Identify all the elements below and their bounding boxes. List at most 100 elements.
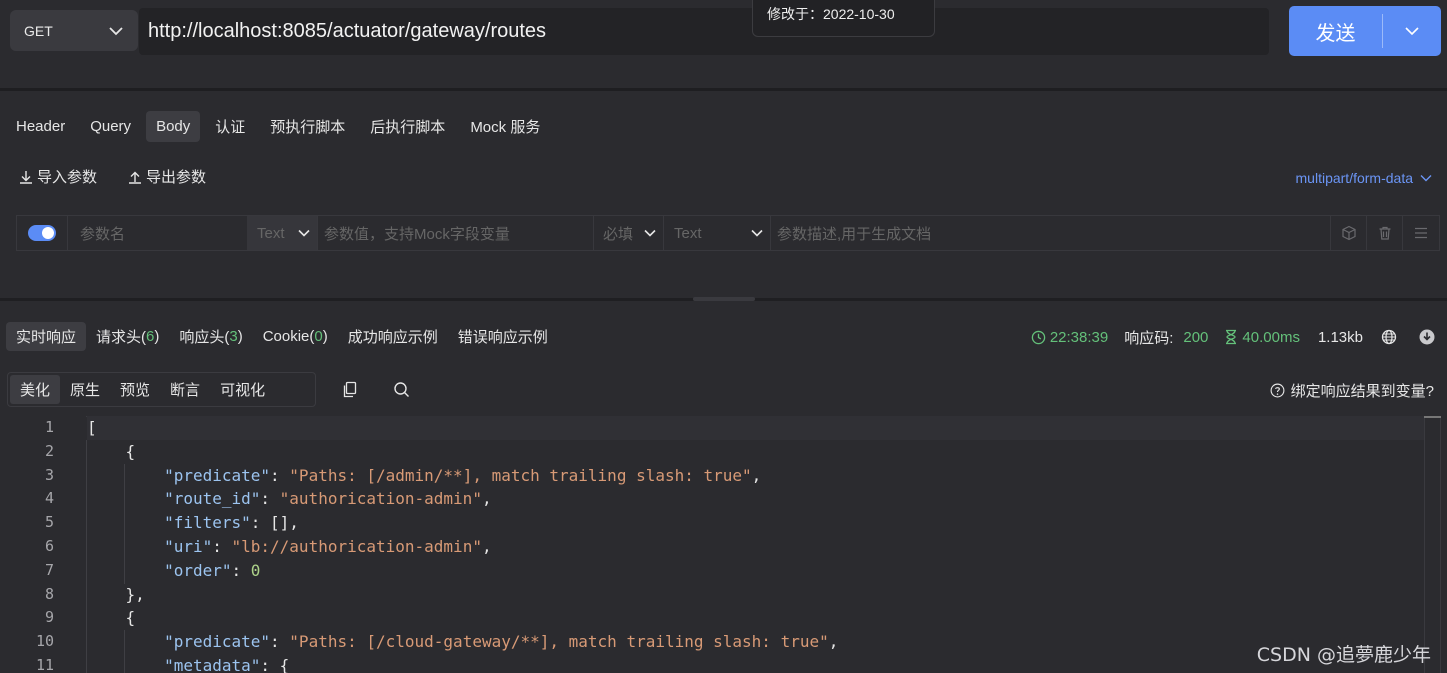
mock-button[interactable]: [1331, 216, 1367, 250]
line-number: 6: [44, 536, 54, 555]
tab-pre-script[interactable]: 预执行脚本: [260, 111, 355, 142]
line-number: 3: [44, 465, 54, 484]
code-line: "predicate": "Paths: [/admin/**], match …: [164, 465, 762, 485]
code-content: [ { "predicate": "Paths: [/admin/**], ma…: [87, 416, 1425, 673]
tab-label: 成功响应示例: [347, 329, 438, 346]
copy-icon[interactable]: [342, 381, 359, 398]
tab-count: 0: [314, 328, 323, 345]
tab-body[interactable]: Body: [146, 111, 201, 142]
tab-header[interactable]: Header: [6, 111, 75, 142]
scrollbar-thumb[interactable]: [1424, 416, 1441, 418]
splitter-handle[interactable]: [693, 297, 755, 301]
tab-preview[interactable]: 预览: [110, 375, 160, 404]
import-params-button[interactable]: 导入参数: [18, 166, 97, 187]
scrollbar-track[interactable]: [1424, 418, 1425, 673]
param-type-select[interactable]: Text: [247, 216, 318, 250]
tab-suffix: ): [154, 328, 160, 345]
upload-icon: [129, 171, 142, 184]
line-gutter: 1 2 3 4 5 6 7 8 9 10 11: [0, 416, 60, 673]
tab-response-headers[interactable]: 响应头(3): [169, 322, 252, 351]
line-number: 8: [44, 584, 54, 603]
download-icon: [20, 170, 32, 184]
tab-success-example[interactable]: 成功响应示例: [338, 322, 448, 351]
param-required-select[interactable]: 必填: [594, 216, 664, 250]
content-type-select[interactable]: multipart/form-data: [1296, 170, 1433, 186]
tab-visualize[interactable]: 可视化: [210, 375, 275, 404]
code-line: "uri": "lb://authorication-admin",: [164, 536, 492, 556]
chevron-down-icon: [298, 229, 310, 237]
code-line: },: [87, 584, 145, 604]
line-number: 10: [35, 632, 54, 651]
send-button[interactable]: 发送: [1289, 6, 1382, 56]
drag-handle[interactable]: [1403, 216, 1439, 250]
tab-count: 6: [146, 328, 155, 345]
status-code-label: 响应码:: [1124, 329, 1174, 347]
param-enabled-toggle[interactable]: [28, 225, 56, 241]
line-number: 11: [35, 655, 54, 673]
view-mode-tabs: 美化 原生 预览 断言 可视化: [7, 372, 316, 407]
tab-post-script[interactable]: 后执行脚本: [360, 111, 455, 142]
export-params-button[interactable]: 导出参数: [127, 166, 206, 187]
download-response-button[interactable]: [1419, 329, 1435, 345]
trash-icon: [1379, 226, 1390, 240]
param-value-type-select[interactable]: Text: [664, 216, 771, 250]
response-tabs: 实时响应 请求头(6) 响应头(3) Cookie(0) 成功响应示例 错误响应…: [6, 322, 558, 351]
delete-param-button[interactable]: [1367, 216, 1403, 250]
tab-mock-service[interactable]: Mock 服务: [460, 111, 550, 142]
divider: [0, 88, 1447, 91]
url-input[interactable]: http://localhost:8085/actuator/gateway/r…: [139, 8, 1269, 55]
tab-raw[interactable]: 原生: [60, 375, 110, 404]
modified-tooltip: 修改于：2022-10-30: [752, 0, 935, 37]
watermark: CSDN @追夢鹿少年: [1256, 644, 1431, 666]
chevron-down-icon: [1405, 27, 1419, 36]
tab-label: 实时响应: [16, 329, 77, 346]
tab-suffix: ): [322, 328, 328, 345]
tab-pretty[interactable]: 美化: [10, 375, 61, 404]
tab-assert[interactable]: 断言: [160, 375, 210, 404]
tab-label: Cookie(: [262, 328, 315, 345]
help-circle-icon: [1270, 383, 1285, 398]
method-label: GET: [24, 22, 53, 39]
status-code-value: 200: [1183, 328, 1209, 346]
tab-cookie[interactable]: Cookie(0): [253, 322, 338, 351]
param-desc-input[interactable]: 参数描述,用于生成文档: [771, 216, 1331, 250]
chevron-down-icon: [1420, 175, 1432, 182]
export-params-label: 导出参数: [146, 169, 207, 186]
tab-query[interactable]: Query: [80, 111, 141, 142]
param-name-input[interactable]: 参数名: [68, 216, 247, 250]
send-dropdown-button[interactable]: [1383, 6, 1441, 56]
param-value-type-label: Text: [674, 224, 702, 242]
tab-label: 错误响应示例: [457, 329, 548, 346]
request-tabs: Header Query Body 认证 预执行脚本 后执行脚本 Mock 服务: [6, 111, 555, 142]
response-editor[interactable]: 1 2 3 4 5 6 7 8 9 10 11 [ { "predicate":…: [0, 416, 1447, 673]
code-line: [: [87, 416, 1425, 440]
tab-error-example[interactable]: 错误响应示例: [448, 322, 558, 351]
response-time: 22:38:39: [1031, 329, 1108, 346]
line-number: 1: [44, 418, 54, 436]
tab-realtime-response[interactable]: 实时响应: [6, 322, 87, 351]
code-line: "metadata": {: [164, 655, 290, 673]
response-size: 1.13kb: [1317, 328, 1363, 346]
line-number: 5: [44, 513, 54, 532]
menu-icon: [1415, 227, 1427, 239]
bind-variable-link[interactable]: 绑定响应结果到变量?: [1270, 380, 1434, 401]
param-row: 参数名 Text 参数值，支持Mock字段变量 必填 Text 参数描述,用于生…: [16, 215, 1440, 251]
line-number: 4: [44, 489, 54, 508]
code-line: "filters": [],: [164, 513, 299, 533]
url-text: http://localhost:8085/actuator/gateway/r…: [148, 20, 547, 42]
search-icon[interactable]: [393, 381, 410, 398]
tab-request-headers[interactable]: 请求头(6): [86, 322, 169, 351]
globe-button[interactable]: [1381, 329, 1397, 345]
scrollbar-track-edge: [1440, 418, 1441, 673]
import-export-row: 导入参数 导出参数: [18, 166, 206, 187]
tab-label: 请求头(: [96, 329, 147, 346]
param-type-label: Text: [257, 224, 285, 242]
param-value-input[interactable]: 参数值，支持Mock字段变量: [318, 216, 594, 250]
method-select[interactable]: GET: [10, 10, 138, 51]
send-button-group: 发送: [1289, 6, 1441, 56]
code-line: {: [87, 608, 136, 628]
content-type-label: multipart/form-data: [1295, 170, 1413, 186]
tab-auth[interactable]: 认证: [205, 111, 255, 142]
status-code: 响应码: 200: [1124, 327, 1208, 348]
response-duration-value: 40.00ms: [1242, 328, 1300, 346]
